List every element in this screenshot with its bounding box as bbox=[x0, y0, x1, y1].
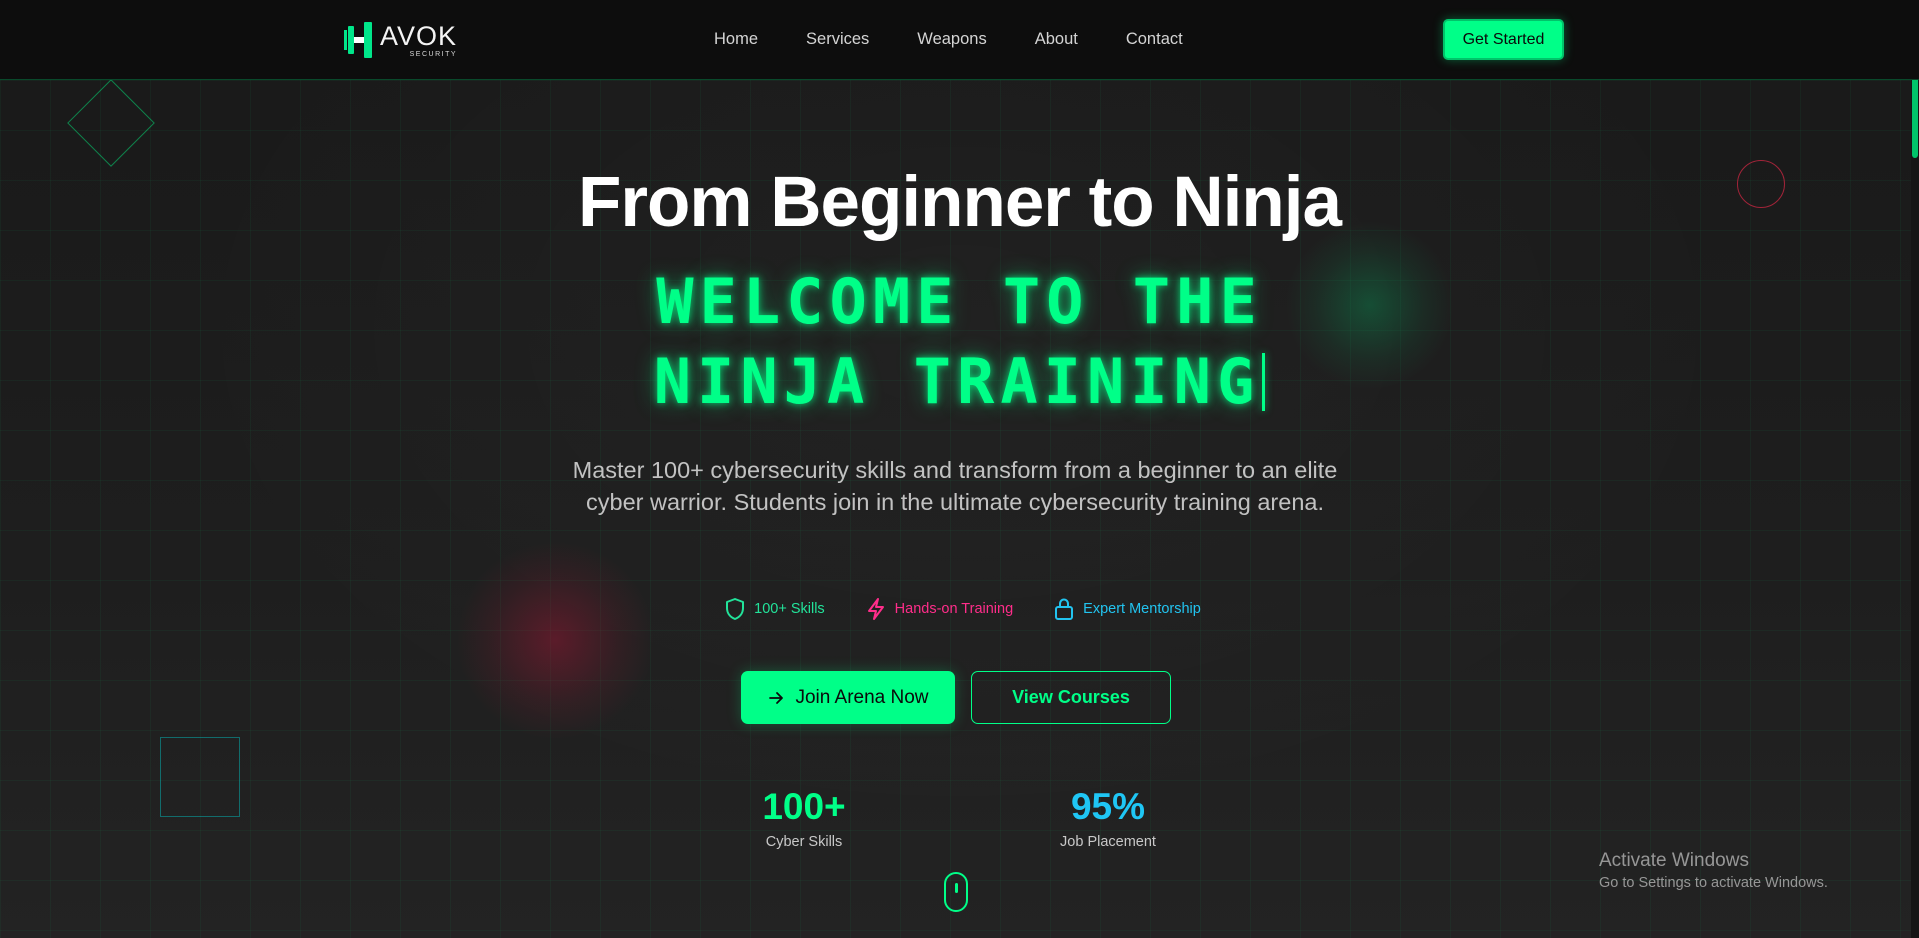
nav-link-weapons[interactable]: Weapons bbox=[917, 28, 986, 50]
diamond-decoration bbox=[67, 79, 155, 167]
typed-line-2-wrap: NINJA TRAINING bbox=[0, 342, 1919, 422]
join-arena-label: Join Arena Now bbox=[795, 686, 929, 708]
stat-label: Job Placement bbox=[1060, 834, 1156, 850]
square-decoration bbox=[160, 737, 240, 817]
logo-mark-icon bbox=[344, 20, 378, 60]
typed-line-2: NINJA TRAINING bbox=[653, 345, 1261, 418]
activation-subtitle: Go to Settings to activate Windows. bbox=[1599, 875, 1828, 891]
nav-link-about[interactable]: About bbox=[1035, 28, 1078, 50]
stat-value: 100+ bbox=[762, 786, 846, 827]
arrow-right-icon bbox=[769, 691, 784, 704]
activation-title: Activate Windows bbox=[1599, 850, 1749, 871]
nav-link-services[interactable]: Services bbox=[806, 28, 869, 50]
hero-title: From Beginner to Ninja bbox=[578, 163, 1342, 242]
scroll-dot bbox=[955, 883, 958, 893]
feature-mentorship: Expert Mentorship bbox=[1053, 597, 1201, 621]
red-glow-orb bbox=[455, 540, 655, 740]
logo-text: AVOK SECURITY bbox=[380, 20, 458, 58]
brand-name: AVOK bbox=[380, 20, 458, 51]
stat-label: Cyber Skills bbox=[765, 834, 843, 850]
stat-value: 95% bbox=[1070, 786, 1146, 827]
stat-cyber-skills: 100+ Cyber Skills bbox=[704, 783, 904, 850]
feature-skills: 100+ Skills bbox=[724, 597, 825, 621]
feature-list: 100+ Skills Hands-on Training Expert Men… bbox=[0, 597, 1919, 621]
feature-training-label: Hands-on Training bbox=[894, 601, 1014, 617]
typing-cursor bbox=[1262, 353, 1266, 411]
nav-link-home[interactable]: Home bbox=[714, 28, 758, 50]
lightning-icon bbox=[867, 598, 884, 620]
brand-tagline: SECURITY bbox=[409, 50, 458, 58]
landing-page: AVOK SECURITY Home Services Weapons Abou… bbox=[0, 0, 1919, 938]
feature-training: Hands-on Training bbox=[865, 597, 1014, 621]
typed-line-1: WELCOME TO THE bbox=[656, 265, 1263, 338]
scroll-down-indicator[interactable] bbox=[944, 872, 968, 912]
stat-job-placement: 95% Job Placement bbox=[1008, 783, 1208, 850]
shield-icon bbox=[726, 598, 745, 620]
join-arena-button[interactable]: Join Arena Now bbox=[741, 671, 955, 724]
main-nav: Home Services Weapons About Contact bbox=[714, 28, 1183, 50]
feature-skills-label: 100+ Skills bbox=[754, 601, 825, 617]
lock-icon bbox=[1055, 598, 1074, 620]
site-header: AVOK SECURITY Home Services Weapons Abou… bbox=[0, 0, 1919, 80]
nav-link-contact[interactable]: Contact bbox=[1126, 28, 1183, 50]
page-scrollbar[interactable] bbox=[1911, 0, 1919, 938]
get-started-button[interactable]: Get Started bbox=[1443, 19, 1564, 60]
windows-activation-notice: Activate Windows Go to Settings to activ… bbox=[1599, 849, 1828, 893]
typed-headline: WELCOME TO THE NINJA TRAINING bbox=[0, 262, 1919, 422]
feature-mentorship-label: Expert Mentorship bbox=[1083, 601, 1201, 617]
brand-logo[interactable]: AVOK SECURITY bbox=[344, 18, 468, 62]
hero-subtitle: Master 100+ cybersecurity skills and tra… bbox=[572, 457, 1338, 515]
view-courses-button[interactable]: View Courses bbox=[971, 671, 1171, 724]
